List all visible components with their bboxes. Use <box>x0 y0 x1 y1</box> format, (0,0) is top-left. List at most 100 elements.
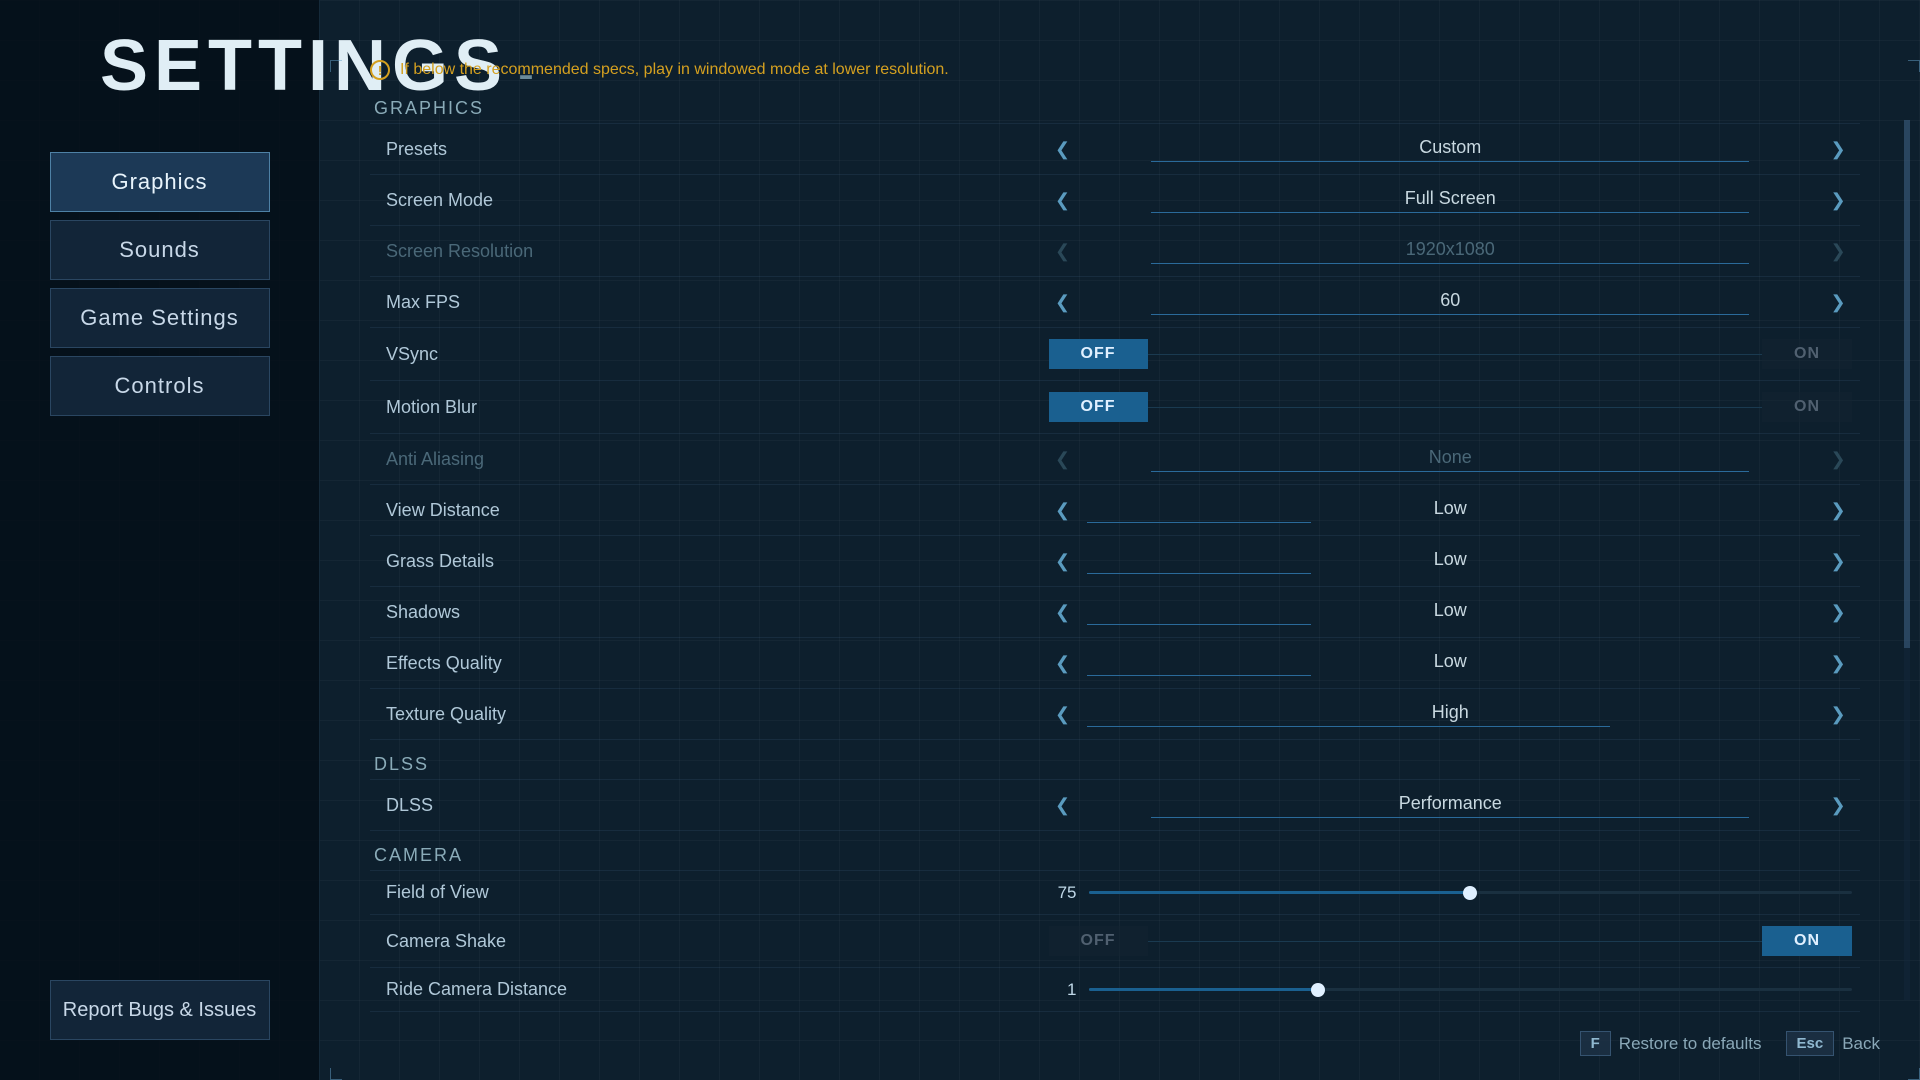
setting-label: View Distance <box>370 485 1041 536</box>
warning-icon: ! <box>370 60 390 80</box>
camera-distance-slider-fill <box>1089 988 1318 991</box>
table-row: Effects Quality ❮ Low ❯ <box>370 638 1860 689</box>
grass-details-prev-button[interactable]: ❮ <box>1049 547 1077 575</box>
dlss-value-container: Performance <box>1077 793 1825 818</box>
effects-quality-underline <box>1087 675 1311 676</box>
grass-details-value-container: Low <box>1077 549 1825 574</box>
setting-label: Shadows <box>370 587 1041 638</box>
bottom-bar: F Restore to defaults Esc Back <box>1580 1031 1880 1056</box>
setting-control: ❮ Low ❯ <box>1041 536 1861 587</box>
camera-settings-table: Field of View 75 Camera Shake OFF ON <box>370 870 1860 1012</box>
fov-slider-thumb[interactable] <box>1463 886 1477 900</box>
texture-quality-prev-button[interactable]: ❮ <box>1049 700 1077 728</box>
table-row: View Distance ❮ Low ❯ <box>370 485 1860 536</box>
screen-mode-next-button[interactable]: ❯ <box>1824 186 1852 214</box>
view-distance-selector: ❮ Low ❯ <box>1049 496 1853 524</box>
nav-controls[interactable]: Controls <box>50 356 270 416</box>
camera-shake-on-button[interactable]: ON <box>1762 926 1852 956</box>
graphics-settings-table: Presets ❮ Custom ❯ Screen Mode ❮ <box>370 123 1860 740</box>
fov-value: 75 <box>1049 883 1077 903</box>
texture-quality-selector: ❮ High ❯ <box>1049 700 1853 728</box>
nav-menu: Graphics Sounds Game Settings Controls <box>50 152 270 416</box>
grass-details-selector: ❮ Low ❯ <box>1049 547 1853 575</box>
table-row: Field of View 75 <box>370 871 1860 915</box>
table-row: DLSS ❮ Performance ❯ <box>370 780 1860 831</box>
nav-graphics[interactable]: Graphics <box>50 152 270 212</box>
setting-control: ❮ Full Screen ❯ <box>1041 175 1861 226</box>
view-distance-next-button[interactable]: ❯ <box>1824 496 1852 524</box>
back-label: Back <box>1842 1034 1880 1054</box>
presets-underline <box>1151 161 1749 162</box>
shadows-prev-button[interactable]: ❮ <box>1049 598 1077 626</box>
setting-label: Screen Mode <box>370 175 1041 226</box>
report-bugs-button[interactable]: Report Bugs & Issues <box>50 980 270 1040</box>
setting-label: DLSS <box>370 780 1041 831</box>
screen-mode-value-container: Full Screen <box>1077 188 1825 213</box>
screen-mode-underline <box>1151 212 1749 213</box>
resolution-value-container: 1920x1080 <box>1077 239 1825 264</box>
texture-quality-next-button[interactable]: ❯ <box>1824 700 1852 728</box>
dlss-underline <box>1151 817 1749 818</box>
motion-blur-toggle: OFF ON <box>1049 392 1853 422</box>
motion-blur-off-button[interactable]: OFF <box>1049 392 1148 422</box>
max-fps-value: 60 <box>1440 290 1460 311</box>
resolution-value: 1920x1080 <box>1406 239 1495 260</box>
nav-sounds[interactable]: Sounds <box>50 220 270 280</box>
shadows-selector: ❮ Low ❯ <box>1049 598 1853 626</box>
max-fps-value-container: 60 <box>1077 290 1825 315</box>
setting-control: ❮ 60 ❯ <box>1041 277 1861 328</box>
effects-quality-value-container: Low <box>1077 651 1825 676</box>
setting-control: ❮ Low ❯ <box>1041 587 1861 638</box>
texture-quality-value: High <box>1432 702 1469 723</box>
setting-control: ❮ None ❯ <box>1041 434 1861 485</box>
setting-label: Effects Quality <box>370 638 1041 689</box>
setting-control: 1 <box>1041 968 1861 1012</box>
presets-prev-button[interactable]: ❮ <box>1049 135 1077 163</box>
setting-control: OFF ON <box>1041 381 1861 434</box>
anti-aliasing-underline <box>1151 471 1749 472</box>
nav-game-settings[interactable]: Game Settings <box>50 288 270 348</box>
presets-next-button[interactable]: ❯ <box>1824 135 1852 163</box>
restore-key-badge[interactable]: F <box>1580 1031 1611 1056</box>
back-key-badge[interactable]: Esc <box>1786 1031 1835 1056</box>
setting-control: ❮ 1920x1080 ❯ <box>1041 226 1861 277</box>
screen-mode-prev-button[interactable]: ❮ <box>1049 186 1077 214</box>
dlss-next-button[interactable]: ❯ <box>1824 791 1852 819</box>
table-row: Camera Shake OFF ON <box>370 915 1860 968</box>
restore-defaults-item: F Restore to defaults <box>1580 1031 1762 1056</box>
effects-quality-selector: ❮ Low ❯ <box>1049 649 1853 677</box>
setting-label: Grass Details <box>370 536 1041 587</box>
resolution-underline <box>1151 263 1749 264</box>
anti-aliasing-next-button: ❯ <box>1824 445 1852 473</box>
motion-blur-on-button[interactable]: ON <box>1762 392 1852 422</box>
table-row: Screen Mode ❮ Full Screen ❯ <box>370 175 1860 226</box>
setting-label: Anti Aliasing <box>370 434 1041 485</box>
vsync-off-button[interactable]: OFF <box>1049 339 1148 369</box>
max-fps-next-button[interactable]: ❯ <box>1824 288 1852 316</box>
fov-slider-track[interactable] <box>1089 891 1853 894</box>
grass-details-next-button[interactable]: ❯ <box>1824 547 1852 575</box>
table-row: Motion Blur OFF ON <box>370 381 1860 434</box>
anti-aliasing-value-container: None <box>1077 447 1825 472</box>
camera-distance-slider-thumb[interactable] <box>1311 983 1325 997</box>
camera-shake-off-button[interactable]: OFF <box>1049 926 1148 956</box>
camera-distance-slider-track[interactable] <box>1089 988 1853 991</box>
warning-text: If below the recommended specs, play in … <box>400 61 949 79</box>
presets-value-container: Custom <box>1077 137 1825 162</box>
effects-quality-prev-button[interactable]: ❮ <box>1049 649 1077 677</box>
vsync-on-button[interactable]: ON <box>1762 339 1852 369</box>
setting-control: ❮ Low ❯ <box>1041 485 1861 536</box>
view-distance-prev-button[interactable]: ❮ <box>1049 496 1077 524</box>
vsync-line <box>1148 354 1763 355</box>
fov-slider-fill <box>1089 891 1471 894</box>
dlss-prev-button[interactable]: ❮ <box>1049 791 1077 819</box>
main-content: ! If below the recommended specs, play i… <box>320 0 1920 1080</box>
table-row: Screen Resolution ❮ 1920x1080 ❯ <box>370 226 1860 277</box>
texture-quality-underline <box>1087 726 1610 727</box>
shadows-next-button[interactable]: ❯ <box>1824 598 1852 626</box>
max-fps-prev-button[interactable]: ❮ <box>1049 288 1077 316</box>
table-row: Presets ❮ Custom ❯ <box>370 124 1860 175</box>
setting-control: ❮ Custom ❯ <box>1041 124 1861 175</box>
effects-quality-next-button[interactable]: ❯ <box>1824 649 1852 677</box>
screen-mode-value: Full Screen <box>1405 188 1496 209</box>
